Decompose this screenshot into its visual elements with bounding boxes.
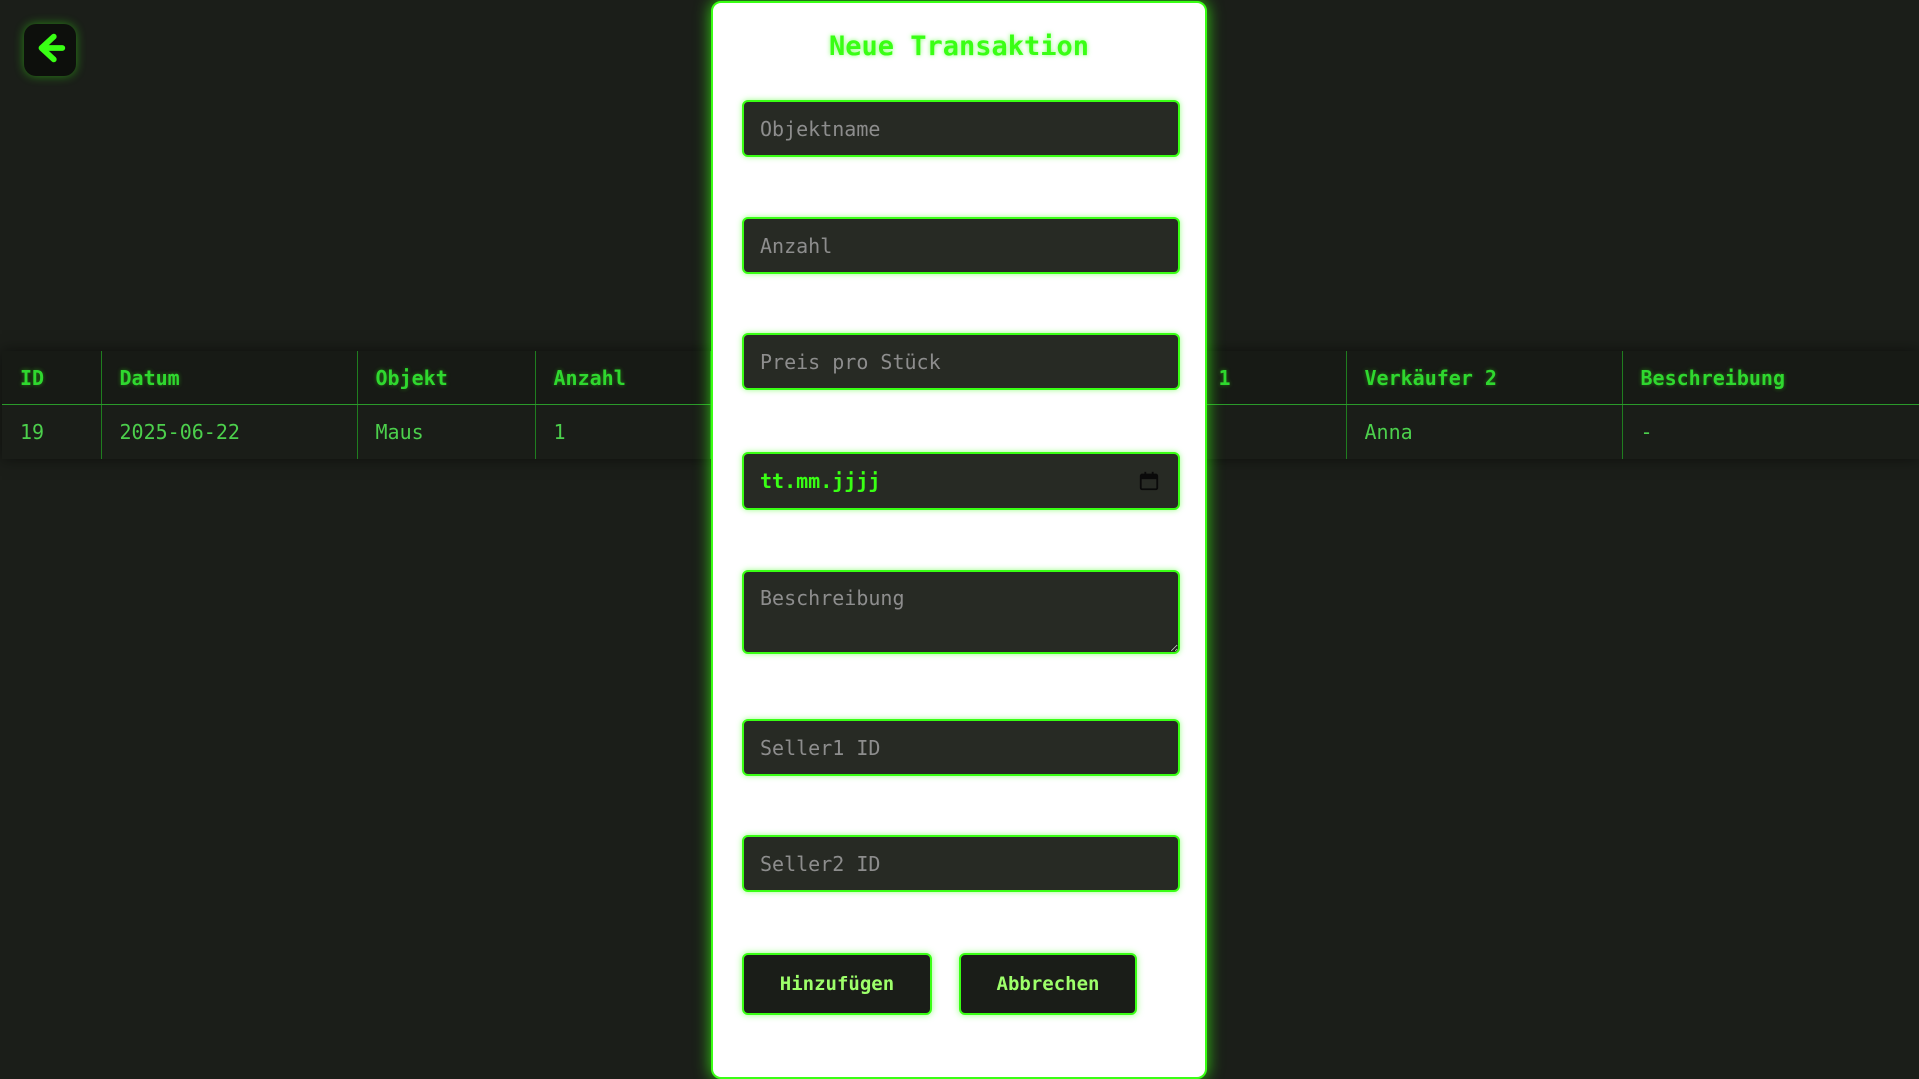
objektname-input[interactable]: [742, 100, 1180, 157]
cancel-button[interactable]: Abbrechen: [959, 953, 1137, 1015]
date-input[interactable]: tt.mm.jjjj: [742, 452, 1180, 510]
cell-beschreibung: -: [1622, 404, 1919, 459]
seller1-id-input[interactable]: [742, 719, 1180, 776]
column-header-verkaeufer-1: 1: [1200, 351, 1347, 405]
column-header-beschreibung: Beschreibung: [1622, 351, 1919, 405]
cell-anzahl: 1: [535, 404, 711, 459]
cell-verkaeufer-1: [1200, 404, 1347, 459]
column-header-id: ID: [2, 351, 102, 405]
cell-objekt: Maus: [357, 404, 536, 459]
column-header-anzahl: Anzahl: [535, 351, 711, 405]
date-value: tt.mm.jjjj: [760, 469, 881, 493]
back-button[interactable]: [24, 24, 76, 76]
modal-title: Neue Transaktion: [828, 31, 1090, 62]
add-button[interactable]: Hinzufügen: [742, 953, 932, 1015]
arrow-left-icon: [31, 29, 69, 71]
preis-pro-stueck-input[interactable]: [742, 333, 1180, 390]
anzahl-input[interactable]: [742, 217, 1180, 274]
new-transaction-modal: Neue Transaktion tt.mm.jjjj Hinzufügen A…: [711, 1, 1207, 1079]
calendar-icon[interactable]: [1138, 470, 1160, 492]
beschreibung-textarea[interactable]: [742, 570, 1180, 654]
column-header-datum: Datum: [101, 351, 358, 405]
cell-id: 19: [2, 404, 102, 459]
cell-datum: 2025-06-22: [101, 404, 358, 459]
seller2-id-input[interactable]: [742, 835, 1180, 892]
column-header-objekt: Objekt: [357, 351, 536, 405]
column-header-verkaeufer-2: Verkäufer 2: [1346, 351, 1623, 405]
cell-verkaeufer-2: Anna: [1346, 404, 1623, 459]
